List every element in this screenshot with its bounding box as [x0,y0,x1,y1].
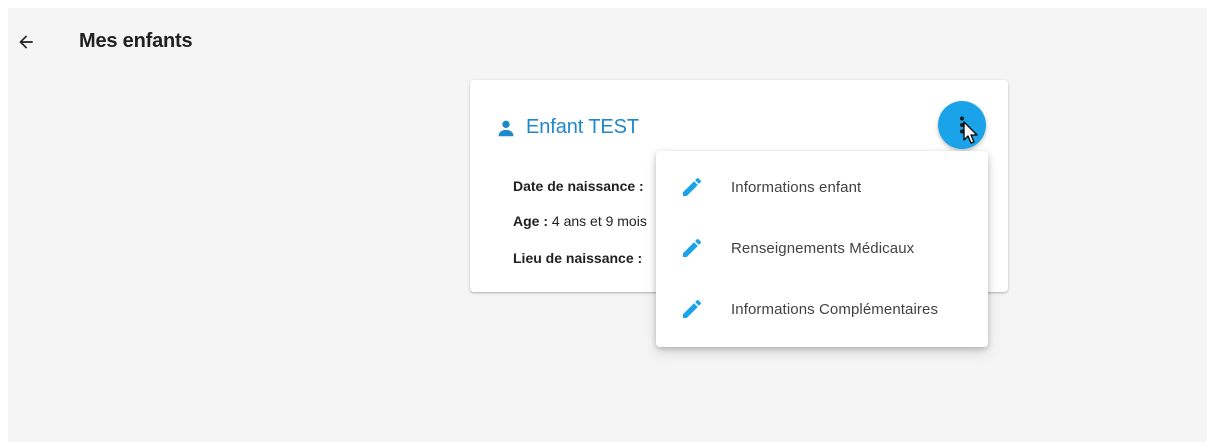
age-value: 4 ans et 9 mois [551,213,647,229]
birth-date-line: Date de naissance : [513,178,644,194]
menu-item-renseignements-medicaux[interactable]: Renseignements Médicaux [656,224,988,272]
menu-item-label: Informations Complémentaires [731,300,939,318]
pencil-icon [683,238,702,257]
app-background: Mes enfants Enfant TEST Date de naissanc… [8,8,1207,442]
birth-date-label: Date de naissance : [513,178,644,194]
back-button[interactable] [12,28,40,56]
age-label: Age : [513,213,548,229]
menu-item-informations-enfant[interactable]: Informations enfant [656,163,988,211]
page-title: Mes enfants [79,30,193,52]
menu-item-label: Informations enfant [731,178,862,196]
mouse-cursor-icon [963,121,978,144]
menu-item-label: Renseignements Médicaux [731,239,915,257]
birth-place-label: Lieu de naissance : [513,250,643,266]
arrow-left-icon [19,35,33,49]
birth-place-line: Lieu de naissance : [513,250,642,266]
age-line: Age : 4 ans et 9 mois [513,213,647,229]
pencil-icon [683,299,702,318]
dropdown-menu: Informations enfant Renseignements Médic… [656,151,988,347]
pencil-icon [683,177,702,196]
menu-item-informations-complementaires[interactable]: Informations Complémentaires [656,285,988,333]
